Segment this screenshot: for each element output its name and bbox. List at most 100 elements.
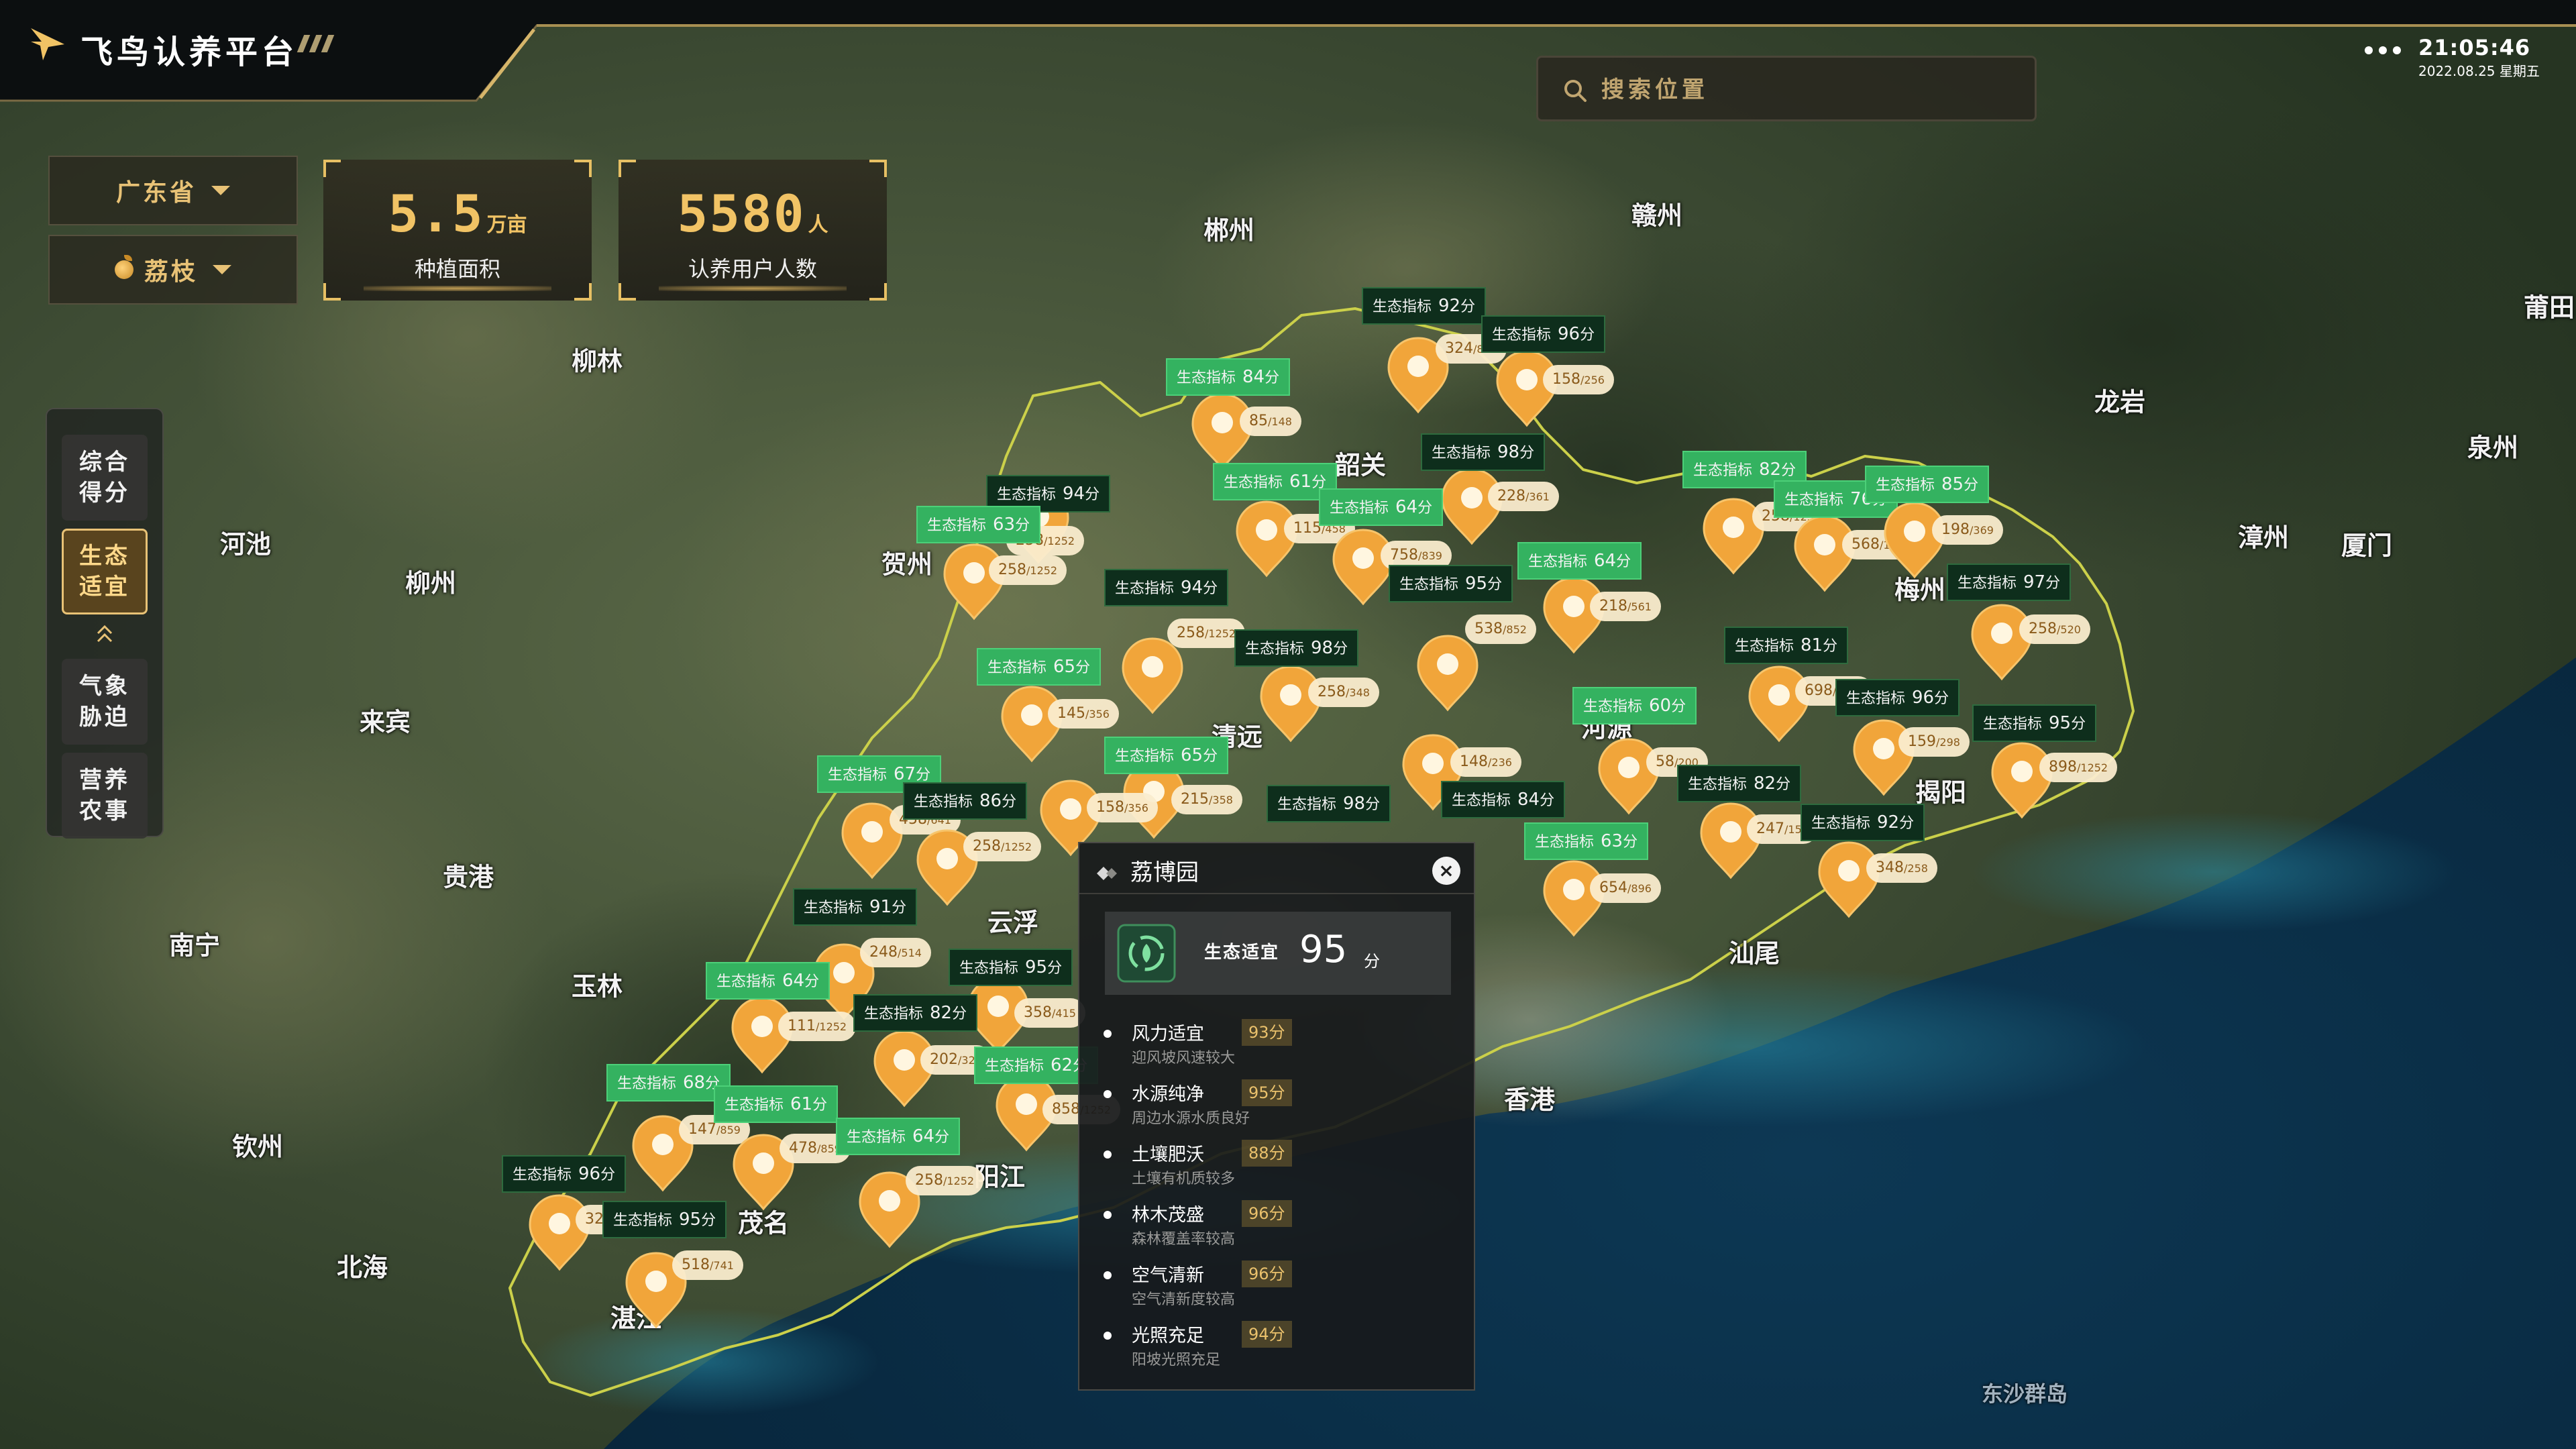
marker-count: 358 — [1024, 1004, 1052, 1021]
marker-count: 898 — [2049, 759, 2077, 775]
marker-eco-score-tag[interactable]: 生态指标 95分 — [1389, 565, 1513, 602]
marker-eco-score-tag[interactable]: 生态指标 96分 — [1481, 315, 1606, 353]
score-suffix: 分 — [1203, 748, 1218, 765]
marker-count-total: /298 — [1936, 736, 1960, 749]
eco-index-label: 生态指标 — [1688, 776, 1748, 793]
eco-index-score: 85 — [1941, 474, 1964, 494]
marker-eco-score-tag[interactable]: 生态指标 65分 — [1104, 737, 1229, 774]
eco-index-score: 96 — [578, 1164, 601, 1184]
eco-index-label: 生态指标 — [997, 486, 1057, 503]
marker-count: 248 — [869, 944, 898, 961]
eco-index-score: 81 — [1801, 635, 1823, 655]
marker-count-total: /520 — [2057, 623, 2081, 636]
marker-eco-score-tag[interactable]: 生态指标 68分 — [606, 1064, 731, 1102]
marker-eco-score-tag[interactable]: 生态指标 82分 — [1677, 765, 1802, 802]
map-pin-icon[interactable] — [1747, 664, 1811, 743]
marker-eco-score-tag[interactable]: 生态指标 94分 — [1104, 569, 1229, 606]
marker-count-total: /852 — [1503, 623, 1527, 636]
marker-eco-score-tag[interactable]: 生态指标 64分 — [1517, 542, 1642, 580]
eco-index-label: 生态指标 — [1277, 796, 1337, 813]
eco-index-score: 96 — [1912, 688, 1935, 708]
map-pin-icon[interactable] — [1415, 633, 1480, 712]
marker-count-badge: 215/358 — [1171, 785, 1242, 814]
marker-eco-score-tag[interactable]: 生态指标 60分 — [1572, 687, 1697, 724]
marker-count: 538 — [1474, 621, 1503, 637]
bullet-dot — [1104, 1090, 1112, 1098]
map-pin-icon[interactable] — [1120, 636, 1185, 715]
eco-index-score: 95 — [2049, 713, 2072, 733]
marker-eco-score-tag[interactable]: 生态指标 96分 — [502, 1155, 627, 1193]
marker-eco-score-tag[interactable]: 生态指标 92分 — [1362, 287, 1487, 325]
eco-index-label: 生态指标 — [1535, 834, 1595, 851]
eco-index-score: 84 — [1242, 367, 1265, 387]
marker-eco-score-tag[interactable]: 生态指标 61分 — [714, 1085, 839, 1123]
marker-eco-score-tag[interactable]: 生态指标 98分 — [1267, 785, 1391, 822]
marker-count-badge: 258/1252 — [906, 1166, 984, 1195]
marker-eco-score-tag[interactable]: 生态指标 84分 — [1441, 781, 1566, 818]
map-pin-icon[interactable] — [1597, 737, 1661, 816]
marker-count: 858 — [1052, 1101, 1080, 1118]
location-diamond-icon — [1097, 867, 1117, 880]
marker-count: 58 — [1656, 753, 1674, 770]
score-suffix: 分 — [934, 1129, 950, 1146]
marker-eco-score-tag[interactable]: 生态指标 65分 — [977, 648, 1102, 686]
map-pin-icon[interactable] — [527, 1193, 592, 1272]
factor-name: 光照充足 — [1132, 1326, 1204, 1346]
marker-eco-score-tag[interactable]: 生态指标 92分 — [1801, 804, 1925, 841]
marker-count-badge: 85/148 — [1240, 407, 1301, 436]
eco-index-score: 82 — [1759, 460, 1782, 480]
eco-index-score: 95 — [679, 1210, 702, 1230]
marker-count-badge: 145/356 — [1048, 699, 1119, 729]
marker-eco-score-tag[interactable]: 生态指标 95分 — [1972, 704, 2097, 742]
eco-index-score: 63 — [1601, 831, 1623, 851]
score-suffix: 分 — [2071, 716, 2086, 733]
marker-eco-score-tag[interactable]: 生态指标 97分 — [1947, 564, 2072, 601]
factor-name: 风力适宜 — [1132, 1024, 1204, 1044]
marker-count: 258 — [915, 1172, 943, 1189]
map-pin-icon[interactable] — [1990, 741, 2054, 820]
score-suffix: 分 — [1623, 834, 1638, 851]
marker-eco-score-tag[interactable]: 生态指标 63分 — [1524, 822, 1649, 860]
eco-index-label: 生态指标 — [1528, 553, 1588, 570]
marker-eco-score-tag[interactable]: 生态指标 95分 — [949, 949, 1073, 986]
marker-count: 158 — [1096, 799, 1124, 816]
marker-eco-score-tag[interactable]: 生态指标 95分 — [602, 1201, 727, 1238]
eco-index-label: 生态指标 — [1115, 748, 1175, 765]
score-suffix: 分 — [804, 973, 820, 990]
marker-eco-score-tag[interactable]: 生态指标 82分 — [853, 994, 978, 1032]
marker-eco-score-tag[interactable]: 生态指标 63分 — [916, 506, 1041, 543]
marker-eco-score-tag[interactable]: 生态指标 64分 — [1319, 488, 1444, 526]
eco-index-label: 生态指标 — [1583, 698, 1643, 715]
marker-eco-score-tag[interactable]: 生态指标 64分 — [836, 1118, 961, 1155]
marker-count-badge: 158/356 — [1087, 793, 1158, 822]
marker-eco-score-tag[interactable]: 生态指标 91分 — [793, 888, 918, 926]
marker-eco-score-tag[interactable]: 生态指标 64分 — [706, 962, 830, 1000]
marker-eco-score-tag[interactable]: 生态指标 98分 — [1421, 433, 1546, 471]
marker-count: 758 — [1390, 547, 1418, 564]
marker-eco-score-tag[interactable]: 生态指标 86分 — [903, 782, 1028, 820]
eco-index-score: 62 — [1051, 1055, 1073, 1075]
marker-eco-score-tag[interactable]: 生态指标 96分 — [1835, 679, 1960, 716]
score-suffix: 分 — [1519, 445, 1535, 462]
marker-eco-score-tag[interactable]: 生态指标 85分 — [1865, 466, 1990, 503]
marker-count: 518 — [682, 1256, 710, 1273]
marker-eco-score-tag[interactable]: 生态指标 81分 — [1724, 627, 1849, 664]
score-suffix: 分 — [1934, 690, 1949, 707]
score-suffix: 分 — [1487, 576, 1503, 593]
marker-count-badge: 358/415 — [1014, 998, 1085, 1028]
marker-eco-score-tag[interactable]: 生态指标 84分 — [1166, 358, 1291, 396]
score-suffix: 分 — [812, 1097, 828, 1114]
eco-index-label: 生态指标 — [1115, 580, 1175, 597]
marker-eco-score-tag[interactable]: 生态指标 98分 — [1234, 629, 1359, 667]
eco-index-score: 65 — [1181, 745, 1203, 765]
map-pin-icon[interactable] — [1970, 602, 2034, 682]
eco-index-label: 生态指标 — [1399, 576, 1459, 593]
eco-index-label: 生态指标 — [959, 960, 1019, 977]
factor-item: 水源纯净 95分 周边水源水质良好 — [1104, 1079, 1452, 1133]
marker-count: 198 — [1941, 521, 1970, 538]
marker-count: 215 — [1181, 791, 1209, 808]
close-button[interactable]: × — [1432, 857, 1460, 885]
eco-index-label: 生态指标 — [914, 794, 973, 810]
marker-count: 228 — [1497, 488, 1525, 504]
score-suffix: 分 — [1823, 638, 1838, 655]
